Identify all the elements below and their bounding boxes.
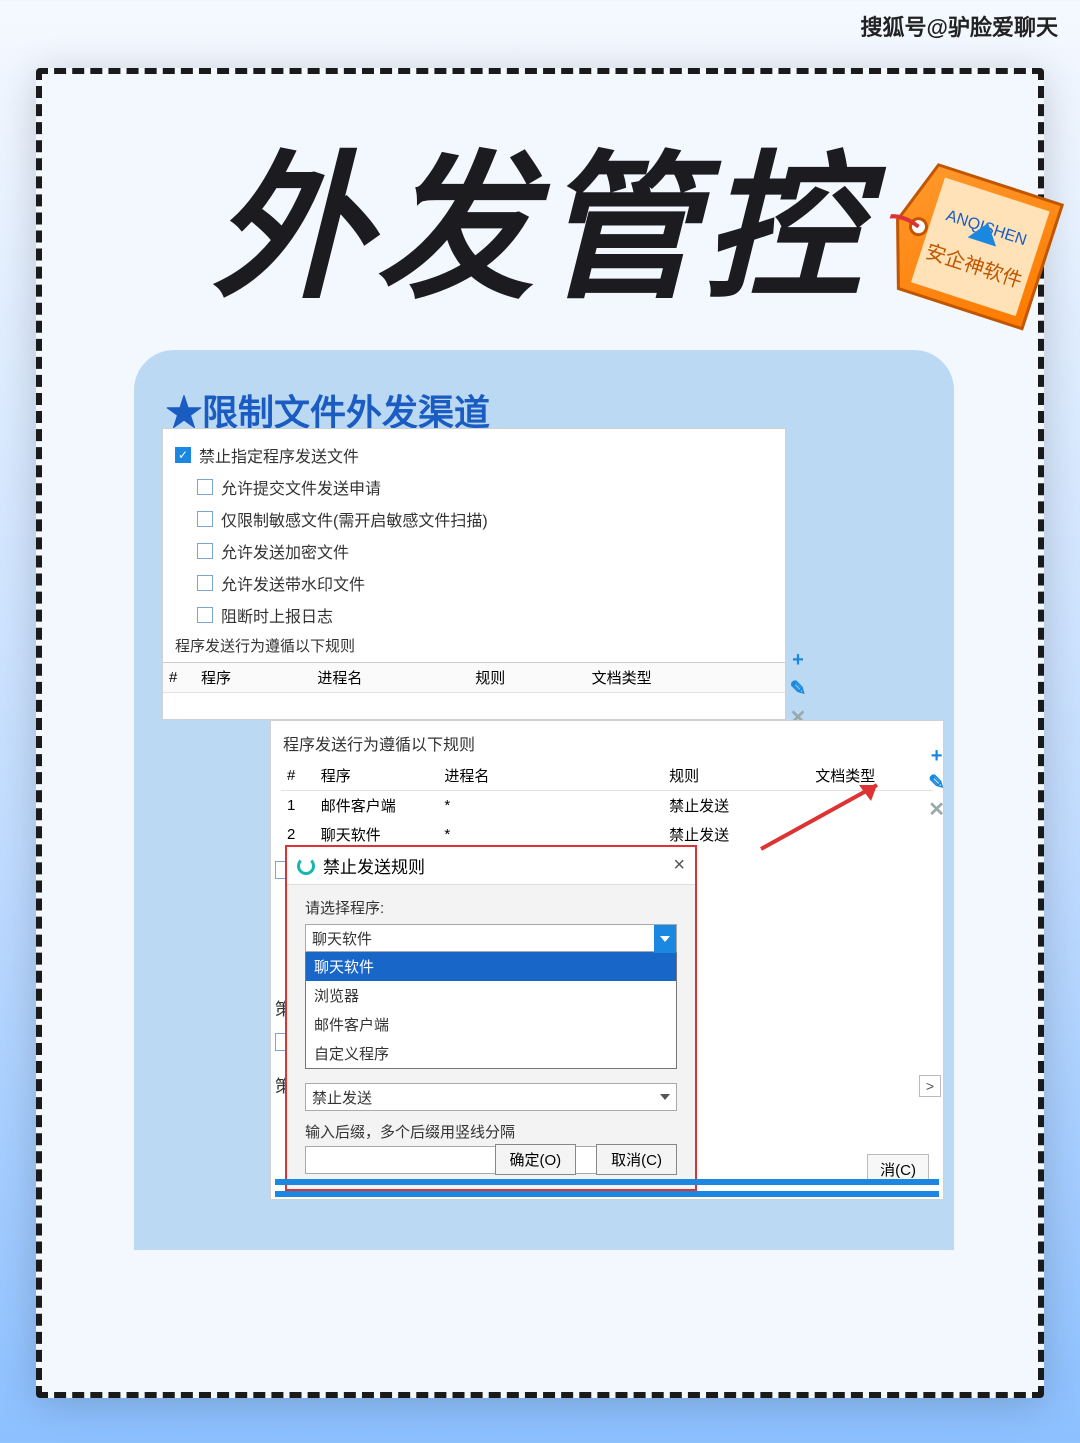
rules-panel: 程序发送行为遵循以下规则 # 程序 进程名 规则 文档类型 1 邮件客户端 * … xyxy=(270,720,944,1200)
chevron-down-icon[interactable] xyxy=(654,925,676,953)
check-allow-watermark[interactable]: 允许发送带水印文件 xyxy=(197,567,773,599)
checkbox-icon xyxy=(197,543,213,559)
rule-selected-value: 禁止发送 xyxy=(312,1087,372,1108)
rules-table-empty: # 程序 进程名 规则 文档类型 xyxy=(163,662,785,693)
feature-card: ★限制文件外发渠道 禁止指定程序发送文件 允许提交文件发送申请 仅限制敏感文件(… xyxy=(134,350,954,1250)
check-allow-request[interactable]: 允许提交文件发送申请 xyxy=(197,471,773,503)
checkbox-label: 仅限制敏感文件(需开启敏感文件扫描) xyxy=(221,507,488,531)
delete-rule-icon[interactable]: ✕ xyxy=(928,797,945,822)
label-choose-program: 请选择程序: xyxy=(305,897,677,918)
program-combobox[interactable]: 聊天软件 聊天软件 浏览器 邮件客户端 自定义程序 xyxy=(305,924,677,1069)
check-sensitive-only[interactable]: 仅限制敏感文件(需开启敏感文件扫描) xyxy=(197,503,773,535)
combo-option[interactable]: 浏览器 xyxy=(306,981,676,1010)
col-index[interactable]: # xyxy=(281,761,315,791)
checkbox-icon xyxy=(175,447,191,463)
check-log-on-block[interactable]: 阻断时上报日志 xyxy=(197,599,773,631)
checkbox-label: 允许发送加密文件 xyxy=(221,539,349,563)
col-process[interactable]: 进程名 xyxy=(438,761,663,791)
source-watermark: 搜狐号@驴脸爱聊天 xyxy=(861,10,1058,42)
footer-bars xyxy=(275,1179,939,1197)
col-program[interactable]: 程序 xyxy=(195,663,311,693)
edit-rule-icon[interactable]: ✎ xyxy=(928,770,945,795)
close-icon[interactable]: × xyxy=(673,854,685,877)
forbid-rule-dialog: 禁止发送规则 × 请选择程序: 聊天软件 聊天软件 浏览器 邮件客户端 自定义程… xyxy=(285,845,697,1191)
col-index[interactable]: # xyxy=(163,663,195,693)
checkbox-label: 禁止指定程序发送文件 xyxy=(199,443,359,467)
combo-option[interactable]: 聊天软件 xyxy=(306,952,676,981)
checkbox-icon xyxy=(197,479,213,495)
combo-dropdown-list: 聊天软件 浏览器 邮件客户端 自定义程序 xyxy=(305,952,677,1069)
combo-option[interactable]: 邮件客户端 xyxy=(306,1010,676,1039)
table-tools-2: + ✎ ✕ xyxy=(928,745,945,822)
checkbox-label: 允许发送带水印文件 xyxy=(221,571,365,595)
page-title: 外发管控 xyxy=(82,100,998,329)
scroll-right-button[interactable]: > xyxy=(919,1075,941,1097)
dialog-title: 禁止发送规则 xyxy=(323,853,425,878)
rules-caption: 程序发送行为遵循以下规则 xyxy=(175,635,773,656)
annotation-arrow-icon xyxy=(747,779,887,859)
dialog-icon xyxy=(297,857,315,875)
edit-rule-icon[interactable]: ✎ xyxy=(790,676,807,701)
combo-selected-value: 聊天软件 xyxy=(312,928,372,949)
star-icon: ★ xyxy=(166,392,202,433)
checkbox-icon xyxy=(197,607,213,623)
checkbox-panel: 禁止指定程序发送文件 允许提交文件发送申请 仅限制敏感文件(需开启敏感文件扫描)… xyxy=(162,428,786,720)
check-allow-encrypted[interactable]: 允许发送加密文件 xyxy=(197,535,773,567)
suffix-hint: 输入后缀，多个后缀用竖线分隔 xyxy=(305,1121,677,1142)
col-doctype[interactable]: 文档类型 xyxy=(586,663,785,693)
col-process[interactable]: 进程名 xyxy=(311,663,469,693)
ok-button[interactable]: 确定(O) xyxy=(495,1144,577,1175)
paper-frame: 外发管控 ANQISHEN 安企神软件 ★限制文件外发渠道 禁止指定程序发 xyxy=(36,68,1044,1398)
checkbox-icon xyxy=(197,511,213,527)
rule-select[interactable]: 禁止发送 xyxy=(305,1083,677,1111)
checkbox-label: 允许提交文件发送申请 xyxy=(221,475,381,499)
cancel-button[interactable]: 取消(C) xyxy=(596,1144,677,1175)
col-rule[interactable]: 规则 xyxy=(469,663,585,693)
checkbox-label: 阻断时上报日志 xyxy=(221,603,333,627)
add-rule-icon[interactable]: + xyxy=(931,745,943,768)
chevron-down-icon xyxy=(660,1094,670,1100)
check-forbid-program-send[interactable]: 禁止指定程序发送文件 xyxy=(175,439,773,471)
rules-caption-2: 程序发送行为遵循以下规则 xyxy=(281,729,933,761)
table-tools: + ✎ ✕ xyxy=(787,649,809,730)
combo-option[interactable]: 自定义程序 xyxy=(306,1039,676,1068)
add-rule-icon[interactable]: + xyxy=(792,649,804,672)
col-program[interactable]: 程序 xyxy=(315,761,439,791)
checkbox-icon xyxy=(197,575,213,591)
